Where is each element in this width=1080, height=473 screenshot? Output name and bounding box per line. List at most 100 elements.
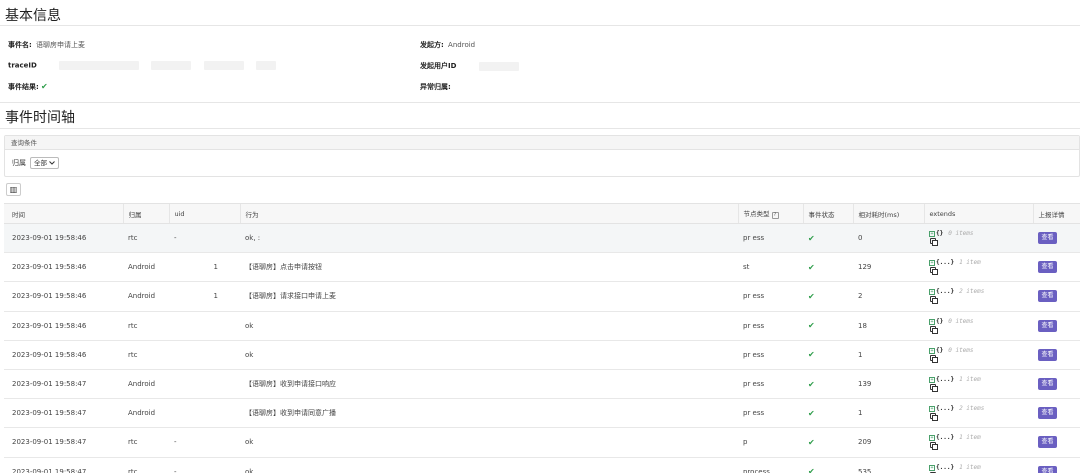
table-row: 2023-09-01 19:58:47 Android 【语聊房】收到申请同意广播 p…: [4, 398, 1080, 429]
json-brace[interactable]: {...}: [936, 259, 954, 266]
header-node-type: 节点类型?: [737, 203, 803, 224]
view-detail-button[interactable]: 查看: [1038, 378, 1057, 391]
copy-icon[interactable]: [930, 296, 938, 305]
plus-square-icon[interactable]: +: [929, 289, 935, 296]
cell-owner: rtc: [123, 223, 169, 254]
cell-node-type: pr ess: [738, 398, 803, 429]
cell-node-type: pr ess: [738, 281, 803, 312]
cell-extends: + {...} 2 items: [924, 398, 1033, 429]
cell-owner: rtc: [123, 311, 169, 341]
table-row: 2023-09-01 19:58:46 Android 1 【语聊房】点击申请按钮 st…: [4, 252, 1080, 283]
cell-time: 2023-09-01 19:58:47: [4, 427, 123, 458]
copy-icon[interactable]: [930, 354, 938, 363]
table-row: 2023-09-01 19:58:47 rtc - ok process ✔ 535 + {..…: [4, 457, 1080, 473]
plus-square-icon[interactable]: +: [929, 377, 935, 384]
help-icon[interactable]: ?: [771, 212, 779, 219]
cell-time: 2023-09-01 19:58:46: [4, 311, 123, 341]
redacted-block: [203, 61, 244, 70]
json-viewer: + {...} 2 items: [929, 287, 1033, 305]
cell-status: ✔: [803, 281, 853, 312]
cell-time: 2023-09-01 19:58:46: [4, 252, 123, 283]
view-detail-button[interactable]: 查看: [1038, 290, 1057, 303]
cell-owner: rtc: [123, 340, 169, 370]
query-panel-title: 查询条件: [5, 136, 1079, 150]
cell-detail: 查看: [1033, 457, 1080, 473]
json-item-count: 1 item: [959, 434, 981, 442]
view-detail-button[interactable]: 查看: [1038, 261, 1057, 274]
cell-owner: Android: [123, 369, 169, 400]
trace-label: traceID: [8, 61, 37, 70]
source-row: 发起方: Android: [420, 40, 475, 50]
json-brace[interactable]: {}: [936, 347, 943, 354]
json-brace[interactable]: {}: [936, 318, 943, 325]
table-row: 2023-09-01 19:58:46 rtc ok pr ess ✔ 18 +{} 0 it…: [4, 311, 1080, 341]
json-brace[interactable]: {...}: [936, 288, 954, 295]
plus-square-icon[interactable]: +: [929, 435, 935, 442]
plus-square-icon[interactable]: +: [929, 231, 935, 238]
view-detail-button[interactable]: 查看: [1038, 232, 1057, 245]
json-brace[interactable]: {...}: [936, 376, 954, 383]
copy-icon[interactable]: [930, 325, 938, 334]
cell-time: 2023-09-01 19:58:46: [4, 340, 123, 370]
check-icon: ✔: [808, 408, 815, 418]
cell-cost: 129: [853, 252, 924, 283]
cell-uid: [169, 311, 240, 341]
cell-cost: 18: [853, 311, 924, 341]
header-detail: 上报详情: [1032, 203, 1080, 224]
view-detail-button[interactable]: 查看: [1038, 319, 1057, 332]
plus-square-icon[interactable]: +: [929, 347, 935, 354]
view-detail-button[interactable]: 查看: [1038, 465, 1057, 473]
check-icon: ✔: [808, 350, 815, 360]
copy-icon[interactable]: [930, 384, 938, 393]
owner-filter-select[interactable]: 全部: [30, 157, 59, 169]
plus-square-icon[interactable]: +: [929, 406, 935, 413]
timeline-title: 事件时间轴: [5, 110, 75, 126]
cell-uid: [169, 369, 240, 400]
plus-square-icon[interactable]: +: [929, 464, 935, 471]
cell-action: ok, :: [240, 223, 738, 254]
cell-uid: 1: [169, 281, 240, 312]
copy-icon[interactable]: [930, 413, 938, 422]
json-viewer: +{} 0 items: [929, 346, 1033, 364]
cell-status: ✔: [803, 427, 853, 458]
copy-icon[interactable]: [930, 238, 938, 247]
cell-status: ✔: [803, 457, 853, 473]
columns-toggle-button[interactable]: ▥: [6, 183, 21, 196]
cell-cost: 2: [853, 281, 924, 312]
json-brace[interactable]: {...}: [936, 464, 954, 471]
cell-status: ✔: [803, 398, 853, 429]
plus-square-icon[interactable]: +: [929, 318, 935, 325]
view-detail-button[interactable]: 查看: [1038, 348, 1057, 361]
cell-owner: Android: [123, 281, 169, 312]
cell-action: 【语聊房】点击申请按钮: [240, 252, 738, 283]
cell-extends: +{} 0 items: [924, 340, 1033, 370]
cell-uid: 1: [169, 252, 240, 283]
copy-icon[interactable]: [930, 442, 938, 451]
cell-extends: + {...} 2 items: [924, 281, 1033, 312]
check-icon: ✔: [808, 437, 815, 447]
cell-status: ✔: [803, 311, 853, 341]
view-detail-button[interactable]: 查看: [1038, 407, 1057, 420]
event-name-value: 语聊房申请上麦: [36, 41, 86, 49]
cell-detail: 查看: [1033, 427, 1080, 458]
cell-detail: 查看: [1033, 311, 1080, 341]
check-icon: ✔: [808, 233, 815, 243]
header-owner: 归属: [122, 203, 169, 224]
cell-cost: 1: [853, 398, 924, 429]
json-brace[interactable]: {}: [936, 230, 943, 237]
table-row: 2023-09-01 19:58:46 rtc - ok, : pr ess ✔ 0 +{} 0…: [4, 223, 1080, 254]
json-item-count: 1 item: [959, 376, 981, 384]
cell-status: ✔: [803, 252, 853, 283]
cell-detail: 查看: [1033, 281, 1080, 312]
exception-row: 异常归属:: [420, 82, 451, 92]
divider: [0, 128, 1080, 129]
cell-time: 2023-09-01 19:58:47: [4, 457, 123, 473]
json-item-count: 1 item: [959, 463, 981, 471]
copy-icon[interactable]: [930, 267, 938, 276]
json-item-count: 0 items: [948, 317, 974, 325]
plus-square-icon[interactable]: +: [929, 260, 935, 267]
json-brace[interactable]: {...}: [936, 434, 954, 441]
result-label: 事件结果:: [8, 83, 39, 91]
json-brace[interactable]: {...}: [936, 405, 954, 412]
view-detail-button[interactable]: 查看: [1038, 436, 1057, 449]
